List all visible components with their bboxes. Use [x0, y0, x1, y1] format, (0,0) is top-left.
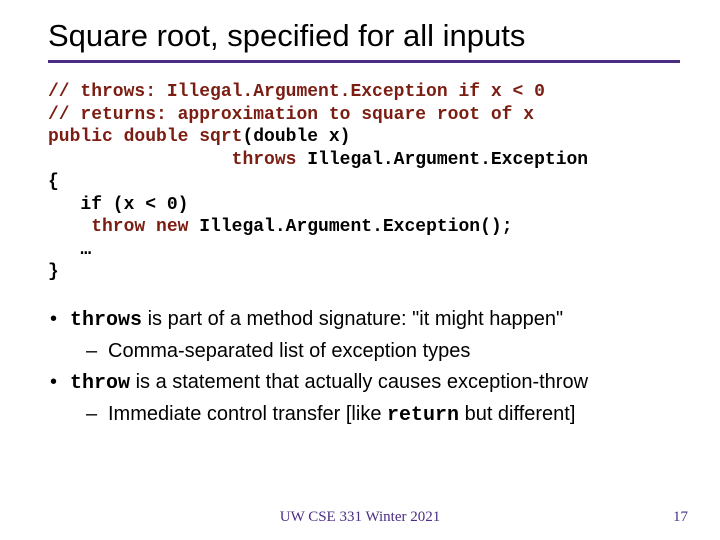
bullet-2-code: throw	[70, 372, 130, 395]
code-line-6: if (x < 0)	[48, 195, 188, 215]
bullet-2-sub: Immediate control transfer [like return …	[108, 401, 680, 429]
footer-text: UW CSE 331 Winter 2021	[0, 509, 720, 526]
code-line-4b: Illegal.Argument.Exception	[296, 150, 588, 170]
bullet-1-code: throws	[70, 309, 142, 332]
slide-title: Square root, specified for all inputs	[48, 18, 680, 54]
code-line-4a: throws	[232, 150, 297, 170]
code-line-8: …	[48, 240, 91, 260]
code-line-4-pad	[48, 150, 232, 170]
bullet-list: throws is part of a method signature: "i…	[48, 306, 680, 429]
code-line-5: {	[48, 172, 59, 192]
bullet-2-sub-code: return	[387, 404, 459, 427]
bullet-2: throw is a statement that actually cause…	[70, 369, 680, 397]
code-block: // throws: Illegal.Argument.Exception if…	[48, 81, 680, 284]
code-line-7b: Illegal.Argument.Exception();	[188, 217, 512, 237]
slide-content: Square root, specified for all inputs //…	[0, 0, 720, 429]
code-line-7a: throw new	[48, 217, 188, 237]
code-line-9: }	[48, 262, 59, 282]
bullet-2-text: is a statement that actually causes exce…	[130, 371, 588, 393]
code-line-3b: (double x)	[242, 127, 350, 147]
code-line-2: // returns: approximation to square root…	[48, 105, 534, 125]
bullet-2-sub-b: but different]	[459, 403, 575, 425]
code-line-1: // throws: Illegal.Argument.Exception if…	[48, 82, 545, 102]
bullet-2-sub-a: Immediate control transfer [like	[108, 403, 387, 425]
code-line-3a: public double sqrt	[48, 127, 242, 147]
bullet-1-sub: Comma-separated list of exception types	[108, 338, 680, 365]
page-number: 17	[673, 509, 688, 526]
bullet-1-text: is part of a method signature: "it might…	[142, 308, 563, 330]
title-divider	[48, 60, 680, 63]
bullet-1: throws is part of a method signature: "i…	[70, 306, 680, 334]
